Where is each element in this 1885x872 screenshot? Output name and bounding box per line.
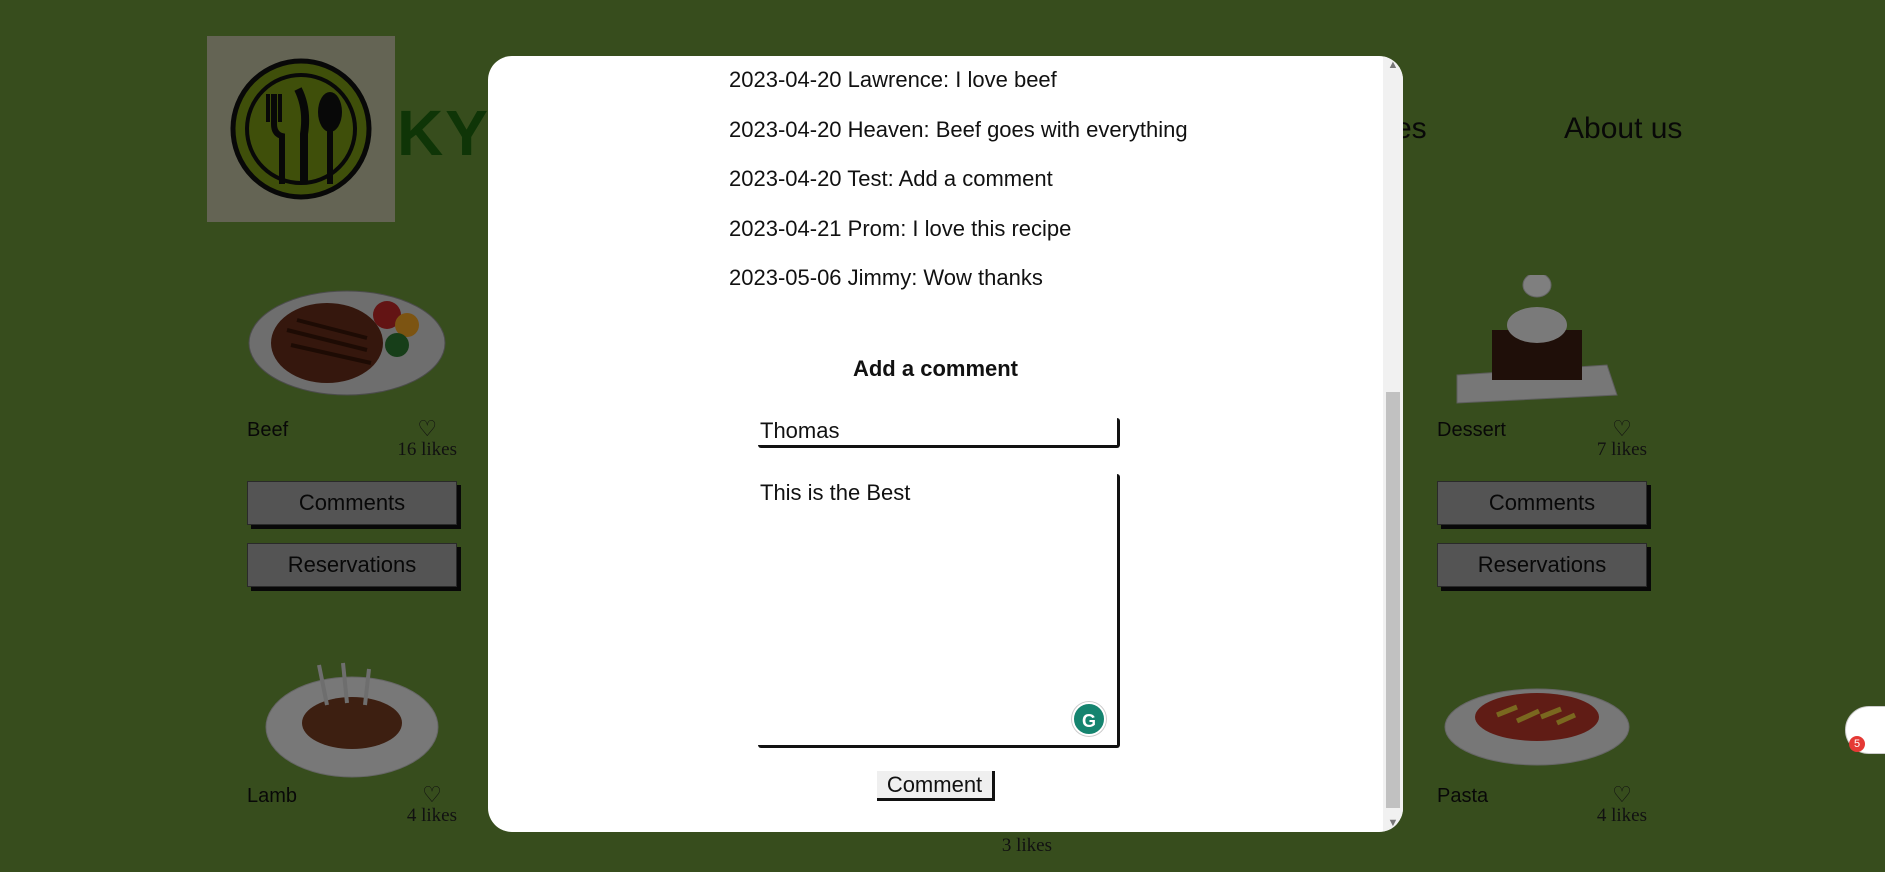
notification-badge: 5 bbox=[1849, 736, 1865, 752]
grammarly-icon[interactable]: G bbox=[1072, 702, 1106, 736]
modal-scrollbar[interactable]: ▲ ▼ bbox=[1383, 56, 1403, 832]
scroll-down-icon[interactable]: ▼ bbox=[1383, 814, 1403, 832]
comment-item: 2023-04-20 Lawrence: I love beef bbox=[729, 67, 1057, 92]
comment-item: 2023-04-20 Heaven: Beef goes with everyt… bbox=[729, 116, 1188, 142]
scroll-up-icon[interactable]: ▲ bbox=[1383, 56, 1403, 74]
scroll-thumb[interactable] bbox=[1386, 392, 1400, 808]
comment-list: 2023-04-20 Lawrence: I love beef 2023-04… bbox=[729, 60, 1188, 308]
comment-submit-button[interactable]: Comment bbox=[877, 771, 995, 801]
comment-item: 2023-05-06 Jimmy: Wow thanks bbox=[729, 265, 1043, 290]
comment-item: 2023-04-21 Prom: I love this recipe bbox=[729, 215, 1072, 241]
comment-item: 2023-04-20 Test: Add a comment bbox=[729, 166, 1053, 191]
comments-modal: 2023-04-20 Lawrence: I love beef 2023-04… bbox=[488, 56, 1403, 832]
name-input[interactable]: Thomas bbox=[758, 418, 1120, 448]
add-comment-heading: Add a comment bbox=[852, 356, 1019, 381]
comment-textarea[interactable]: This is the Best bbox=[758, 474, 1120, 748]
